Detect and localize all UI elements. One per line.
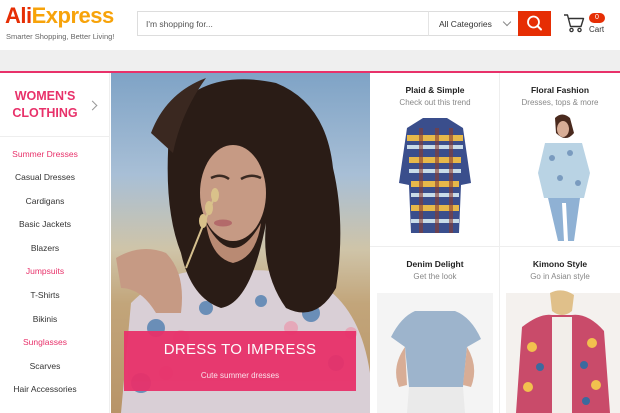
sidebar-item-bikinis[interactable]: Bikinis	[0, 314, 90, 324]
sidebar-item-blazers[interactable]: Blazers	[0, 243, 90, 253]
floral-top-model-image	[538, 114, 590, 241]
header: AliExpress Smarter Shopping, Better Livi…	[0, 0, 620, 50]
search-icon	[527, 15, 542, 31]
category-select[interactable]: All Categories	[428, 11, 518, 36]
aliexpress-logo[interactable]: AliExpress	[5, 3, 114, 29]
chevron-down-icon	[502, 17, 512, 27]
cart-icon[interactable]	[563, 13, 585, 33]
sidebar-item-basic-jackets[interactable]: Basic Jackets	[0, 219, 90, 229]
category-select-value: All Categories	[439, 19, 492, 29]
sidebar-title[interactable]: WOMEN'S CLOTHING	[0, 88, 90, 122]
tile-plaid-simple[interactable]: Plaid & Simple Check out this trend	[371, 73, 499, 243]
sidebar-divider	[0, 136, 110, 137]
sidebar-item-casual-dresses[interactable]: Casual Dresses	[0, 172, 90, 182]
search-input[interactable]	[146, 16, 426, 31]
plaid-dress-image	[399, 118, 471, 233]
hero-caption-box[interactable]: DRESS TO IMPRESS Cute summer dresses	[124, 331, 356, 391]
logo-part-1: Ali	[5, 3, 32, 28]
hero-banner[interactable]: DRESS TO IMPRESS Cute summer dresses	[111, 73, 370, 413]
category-sidebar: WOMEN'S CLOTHING Summer Dresses Casual D…	[0, 73, 110, 413]
sidebar-title-line-1: WOMEN'S	[14, 89, 76, 103]
logo-part-2: Express	[31, 3, 115, 28]
tile-kimono-style[interactable]: Kimono Style Go in Asian style	[500, 247, 620, 413]
sidebar-item-scarves[interactable]: Scarves	[0, 361, 90, 371]
sidebar-item-cardigans[interactable]: Cardigans	[0, 196, 90, 206]
sidebar-item-jumpsuits[interactable]: Jumpsuits	[0, 266, 90, 276]
tile-denim-delight[interactable]: Denim Delight Get the look	[371, 247, 499, 413]
denim-top-model-image	[377, 293, 493, 413]
hero-title: DRESS TO IMPRESS	[163, 341, 317, 358]
sidebar-item-hair-accessories[interactable]: Hair Accessories	[0, 384, 90, 394]
tile-floral-fashion[interactable]: Floral Fashion Dresses, tops & more	[500, 73, 620, 243]
sidebar-item-summer-dresses[interactable]: Summer Dresses	[0, 149, 90, 159]
sidebar-item-sunglasses[interactable]: Sunglasses	[0, 337, 90, 347]
cart-count-badge: 0	[589, 13, 605, 23]
cart-label[interactable]: Cart	[589, 25, 604, 34]
kimono-model-image	[506, 290, 620, 413]
hero-subtitle: Cute summer dresses	[200, 371, 280, 380]
nav-band	[0, 50, 620, 71]
search-button[interactable]	[518, 11, 551, 36]
sidebar-item-t-shirts[interactable]: T-Shirts	[0, 290, 90, 300]
tagline: Smarter Shopping, Better Living!	[6, 32, 115, 41]
sidebar-title-line-2: CLOTHING	[12, 106, 78, 120]
